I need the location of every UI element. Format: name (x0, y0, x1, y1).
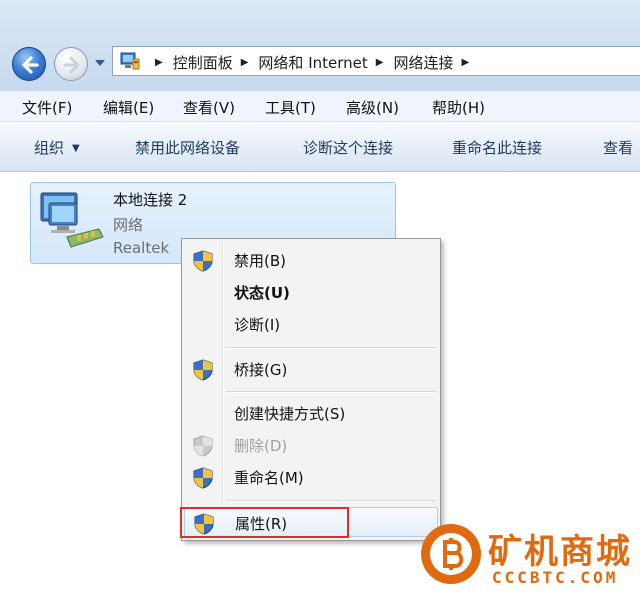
menu-separator (226, 391, 436, 393)
menu-item-label: 状态(U) (234, 284, 290, 302)
rename-connection-button[interactable]: 重命名此连接 (452, 137, 542, 158)
back-button[interactable] (12, 47, 46, 81)
uac-shield-icon (193, 435, 213, 457)
bitcoin-logo-icon (421, 524, 481, 584)
arrow-right-icon (63, 56, 80, 74)
menu-item-label: 诊断(I) (234, 316, 281, 334)
menu-item-create-shortcut[interactable]: 创建快捷方式(S) (184, 398, 438, 428)
recent-pages-dropdown-icon[interactable] (94, 58, 106, 68)
menu-item-label: 重命名(M) (234, 469, 304, 487)
menu-bar: 文件(F) 编辑(E) 查看(V) 工具(T) 高级(N) 帮助(H) (0, 90, 640, 122)
command-bar: 组织 ▼ 禁用此网络设备 诊断这个连接 重命名此连接 查看 (0, 122, 640, 172)
breadcrumb-network-connections[interactable]: 网络连接 (393, 54, 453, 72)
adapter-device: Realtek (113, 239, 170, 257)
organize-button[interactable]: 组织 ▼ (34, 137, 80, 158)
uac-shield-icon (193, 359, 213, 381)
adapter-type: 网络 (113, 216, 144, 234)
breadcrumb: ▶ 控制面板 ▶ 网络和 Internet ▶ 网络连接 ▶ (147, 52, 479, 73)
menu-item-delete[interactable]: 删除(D) (184, 430, 438, 460)
menu-help[interactable]: 帮助(H) (432, 97, 485, 118)
watermark-subtext: CCCBTC.COM (492, 568, 619, 587)
menu-item-label: 删除(D) (234, 437, 288, 455)
annotation-highlight-box (180, 507, 349, 538)
breadcrumb-arrow-icon[interactable]: ▶ (241, 57, 249, 68)
menu-item-status[interactable]: 状态(U) (184, 277, 438, 307)
forward-button[interactable] (54, 47, 88, 81)
menu-item-bridge[interactable]: 桥接(G) (184, 354, 438, 384)
address-box[interactable]: ▶ 控制面板 ▶ 网络和 Internet ▶ 网络连接 ▶ (112, 46, 640, 76)
breadcrumb-control-panel[interactable]: 控制面板 (173, 54, 233, 72)
menu-advanced[interactable]: 高级(N) (346, 97, 399, 118)
network-adapter-icon (40, 192, 104, 248)
arrow-left-icon (22, 56, 39, 74)
menu-item-label: 创建快捷方式(S) (234, 405, 346, 423)
menu-item-rename[interactable]: 重命名(M) (184, 462, 438, 492)
menu-file[interactable]: 文件(F) (22, 97, 72, 118)
uac-shield-icon (193, 467, 213, 489)
menu-view[interactable]: 查看(V) (183, 97, 235, 118)
disable-device-button[interactable]: 禁用此网络设备 (135, 137, 240, 158)
watermark-text: 矿机商城 (488, 532, 632, 572)
address-bar-area: ▶ 控制面板 ▶ 网络和 Internet ▶ 网络连接 ▶ (0, 0, 640, 90)
caret-down-icon: ▼ (72, 143, 80, 154)
breadcrumb-network-internet[interactable]: 网络和 Internet (258, 54, 367, 72)
diagnose-connection-button[interactable]: 诊断这个连接 (303, 137, 393, 158)
control-panel-icon (120, 52, 140, 70)
menu-separator (226, 500, 436, 502)
menu-item-disable[interactable]: 禁用(B) (184, 245, 438, 275)
menu-item-label: 桥接(G) (234, 361, 288, 379)
menu-item-diagnose[interactable]: 诊断(I) (184, 309, 438, 339)
context-menu: 禁用(B) 状态(U) 诊断(I) 桥接(G) 创建快捷方式(S) 删除(D) (181, 238, 441, 541)
view-status-button[interactable]: 查看 (603, 137, 633, 158)
menu-tools[interactable]: 工具(T) (265, 97, 316, 118)
breadcrumb-arrow-icon[interactable]: ▶ (461, 57, 469, 68)
organize-label: 组织 (34, 139, 65, 157)
breadcrumb-arrow-icon[interactable]: ▶ (376, 57, 384, 68)
uac-shield-icon (193, 250, 213, 272)
menu-item-label: 禁用(B) (234, 252, 286, 270)
watermark: 矿机商城 CCCBTC.COM (418, 518, 640, 595)
adapter-name: 本地连接 2 (113, 191, 188, 209)
menu-separator (226, 347, 436, 349)
menu-edit[interactable]: 编辑(E) (103, 97, 154, 118)
breadcrumb-arrow-icon[interactable]: ▶ (155, 57, 163, 68)
